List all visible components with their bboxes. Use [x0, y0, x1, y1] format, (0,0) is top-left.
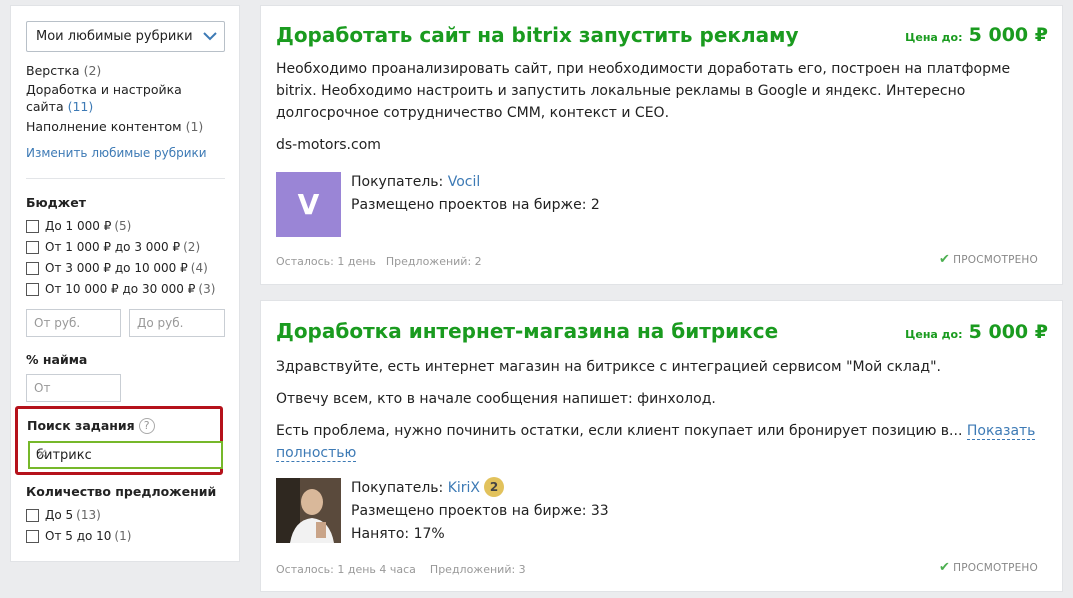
offers-option[interactable]: До 5 (13) — [26, 507, 101, 523]
budget-option[interactable]: От 1 000 ₽ до 3 000 ₽ (2) — [26, 239, 200, 255]
offers-option[interactable]: От 5 до 10 (1) — [26, 528, 131, 544]
checkmark-icon: ✔ — [939, 560, 951, 575]
buyer-info: Покупатель: KiriX 2 Размещено проектов на… — [351, 477, 609, 546]
project-card: Доработка интернет-магазина на битриксе … — [260, 300, 1063, 592]
clear-icon[interactable]: × — [36, 446, 216, 462]
budget-to-input[interactable]: До руб. — [129, 309, 225, 337]
viewed-status: ✔ ПРОСМОТРЕНО — [939, 252, 1038, 267]
edit-favorite-categories-link[interactable]: Изменить любимые рубрики — [26, 146, 207, 160]
project-price: Цена до: 5 000 ₽ — [905, 321, 1048, 343]
project-description: Отвечу всем, кто в начале сообщения напи… — [276, 391, 716, 407]
buyer-avatar[interactable] — [276, 478, 341, 543]
viewed-status: ✔ ПРОСМОТРЕНО — [939, 560, 1038, 575]
project-description: Необходимо проанализировать сайт, при не… — [276, 61, 1011, 121]
project-title-link[interactable]: Доработка интернет-магазина на битриксе — [276, 319, 778, 343]
buyer-info: Покупатель: Vocil Размещено проектов на … — [351, 174, 600, 213]
project-site: ds-motors.com — [276, 137, 381, 153]
checkbox[interactable] — [26, 508, 39, 522]
divider — [26, 178, 225, 179]
rating-badge: 2 — [484, 477, 505, 497]
checkbox[interactable] — [26, 282, 39, 296]
offers-count-title: Количество предложений — [26, 484, 217, 499]
budget-option[interactable]: От 10 000 ₽ до 30 000 ₽ (3) — [26, 281, 215, 297]
favorite-categories-dropdown[interactable]: Мои любимые рубрики — [26, 21, 225, 52]
project-title-link[interactable]: Доработать сайт на bitrix запустить рекл… — [276, 23, 799, 47]
chevron-down-icon — [203, 32, 217, 41]
budget-title: Бюджет — [26, 195, 86, 210]
category-item-content[interactable]: Наполнение контентом (1) — [26, 118, 203, 135]
filter-sidebar: Мои любимые рубрики Верстка (2) Доработк… — [10, 5, 240, 562]
hire-percent-input[interactable]: От — [26, 374, 121, 402]
category-item-site-tuning[interactable]: Доработка и настройка сайта (11) — [26, 81, 182, 115]
search-task-input[interactable]: битрикс × — [28, 441, 223, 469]
budget-option[interactable]: До 1 000 ₽ (5) — [26, 218, 131, 234]
project-description: Здравствуйте, есть интернет магазин на б… — [276, 359, 941, 375]
dropdown-value: Мои любимые рубрики — [36, 29, 193, 44]
checkbox[interactable] — [26, 261, 39, 275]
buyer-link[interactable]: Vocil — [448, 174, 481, 190]
project-footer: Осталось: 1 день 4 часа Предложений: 3 — [276, 563, 526, 576]
avatar-photo-icon — [276, 478, 341, 543]
budget-from-input[interactable]: От руб. — [26, 309, 121, 337]
checkbox[interactable] — [26, 219, 39, 233]
buyer-link[interactable]: KiriX — [448, 480, 480, 496]
checkmark-icon: ✔ — [939, 252, 951, 267]
project-price: Цена до: 5 000 ₽ — [905, 24, 1048, 46]
project-footer: Осталось: 1 день Предложений: 2 — [276, 255, 482, 268]
buyer-avatar[interactable]: V — [276, 172, 341, 237]
checkbox[interactable] — [26, 529, 39, 543]
project-description: Есть проблема, нужно починить остатки, е… — [276, 423, 1036, 462]
budget-option[interactable]: От 3 000 ₽ до 10 000 ₽ (4) — [26, 260, 208, 276]
project-card: Доработать сайт на bitrix запустить рекл… — [260, 5, 1063, 285]
category-item-layout[interactable]: Верстка (2) — [26, 62, 101, 79]
checkbox[interactable] — [26, 240, 39, 254]
hire-percent-title: % найма — [26, 352, 88, 367]
